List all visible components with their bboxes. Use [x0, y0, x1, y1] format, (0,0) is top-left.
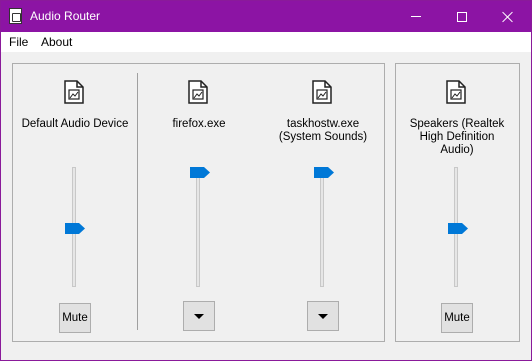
mute-button-default[interactable]: Mute [59, 303, 91, 333]
device-name-default: Default Audio Device [14, 118, 136, 131]
document-icon [64, 80, 84, 104]
device-dropdown-button-taskhostw[interactable] [307, 301, 339, 331]
close-button[interactable] [485, 1, 531, 32]
device-name-line: firefox.exe [172, 118, 226, 130]
app-icon [9, 8, 22, 24]
document-icon [312, 80, 332, 104]
device-name-line: High Definition [419, 131, 495, 143]
volume-slider-thumb-firefox[interactable] [190, 167, 210, 178]
device-name-line: taskhostw.exe [286, 118, 360, 130]
minimize-button[interactable] [393, 1, 439, 32]
document-icon [188, 80, 208, 104]
maximize-button[interactable] [439, 1, 485, 32]
triangle-down-icon [318, 313, 328, 319]
window-title: Audio Router [30, 9, 101, 23]
volume-track-taskhostw[interactable] [320, 167, 324, 287]
menu-bar: File About [1, 32, 531, 52]
device-name-speakers: Speakers (Realtek High Definition Audio) [398, 118, 516, 157]
menu-about[interactable]: About [41, 35, 72, 49]
audio-router-window: Audio Router File About Default Audio De… [0, 0, 532, 361]
maximize-icon [457, 11, 467, 22]
device-dropdown-button-firefox[interactable] [183, 301, 215, 331]
device-name-line: (System Sounds) [278, 131, 368, 143]
mute-button-speakers[interactable]: Mute [441, 303, 473, 333]
device-name-taskhostw: taskhostw.exe (System Sounds) [264, 118, 382, 144]
minimize-icon [411, 16, 421, 17]
document-icon [446, 80, 466, 104]
group-divider [137, 73, 138, 330]
device-name-line: Audio) [440, 144, 474, 156]
title-bar[interactable]: Audio Router [1, 1, 531, 32]
triangle-down-icon [194, 313, 204, 319]
volume-slider-thumb-default[interactable] [65, 223, 85, 234]
volume-track-firefox[interactable] [196, 167, 200, 287]
device-name-line: Speakers (Realtek [409, 118, 505, 130]
device-name-firefox: firefox.exe [141, 118, 257, 131]
close-icon [502, 11, 514, 23]
volume-slider-thumb-taskhostw[interactable] [314, 167, 334, 178]
volume-slider-thumb-speakers[interactable] [448, 223, 468, 234]
menu-file[interactable]: File [9, 35, 28, 49]
device-name-line: Default Audio Device [21, 118, 129, 130]
